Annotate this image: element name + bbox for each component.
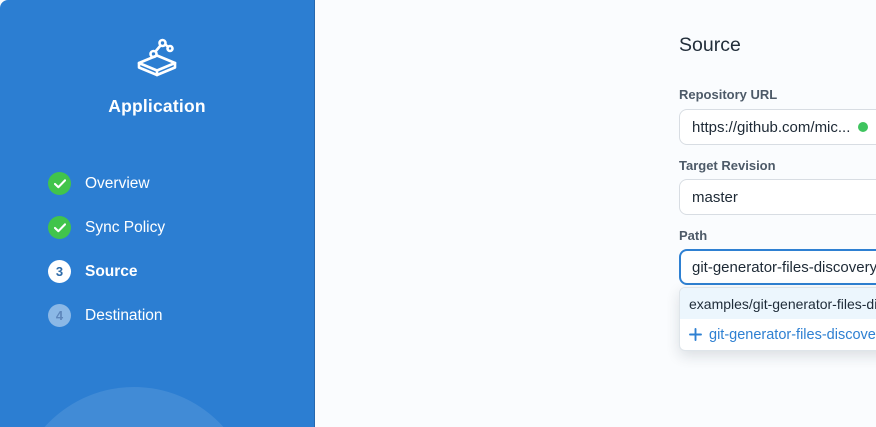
target-revision-value: master (692, 189, 738, 206)
wizard-steps: Overview Sync Policy 3 Source 4 Destinat… (48, 172, 165, 327)
application-box-branch-icon (0, 36, 314, 80)
step-number-badge: 4 (48, 304, 71, 327)
check-circle-icon (48, 216, 71, 239)
plus-icon (689, 328, 702, 341)
step-source[interactable]: 3 Source (48, 260, 165, 283)
path-create-item[interactable]: git-generator-files-discovery (680, 319, 876, 350)
path-suggestions-dropdown: examples/git-generator-files-discovery/a… (679, 287, 876, 351)
path-suggestion-item[interactable]: examples/git-generator-files-discovery/a… (680, 288, 876, 319)
source-step-panel: Source Repository URL https://github.com… (316, 0, 876, 427)
step-destination[interactable]: 4 Destination (48, 304, 165, 327)
target-revision-input[interactable]: master (679, 179, 876, 215)
repository-url-input[interactable]: https://github.com/mic... PROJECT (679, 109, 876, 145)
path-label: Path (679, 228, 707, 243)
step-overview[interactable]: Overview (48, 172, 165, 195)
step-label: Source (85, 263, 138, 281)
check-circle-icon (48, 172, 71, 195)
wizard-title: Application (0, 96, 314, 117)
decorative-circle (14, 387, 254, 427)
create-application-wizard: Application Overview Sync Policy 3 Sourc… (0, 0, 876, 427)
path-value: git-generator-files-discovery (692, 259, 876, 276)
step-label: Overview (85, 175, 150, 193)
step-label: Destination (85, 307, 163, 325)
page-title: Source (679, 34, 741, 57)
repository-url-label: Repository URL (679, 87, 777, 102)
wizard-sidebar: Application Overview Sync Policy 3 Sourc… (0, 0, 315, 427)
target-revision-label: Target Revision (679, 158, 776, 173)
repository-url-value: https://github.com/mic... (692, 119, 850, 136)
step-number-badge: 3 (48, 260, 71, 283)
step-sync-policy[interactable]: Sync Policy (48, 216, 165, 239)
path-input[interactable]: git-generator-files-discovery (679, 249, 876, 285)
connection-status-dot (858, 122, 868, 132)
step-label: Sync Policy (85, 219, 165, 237)
path-create-label: git-generator-files-discovery (709, 327, 876, 343)
